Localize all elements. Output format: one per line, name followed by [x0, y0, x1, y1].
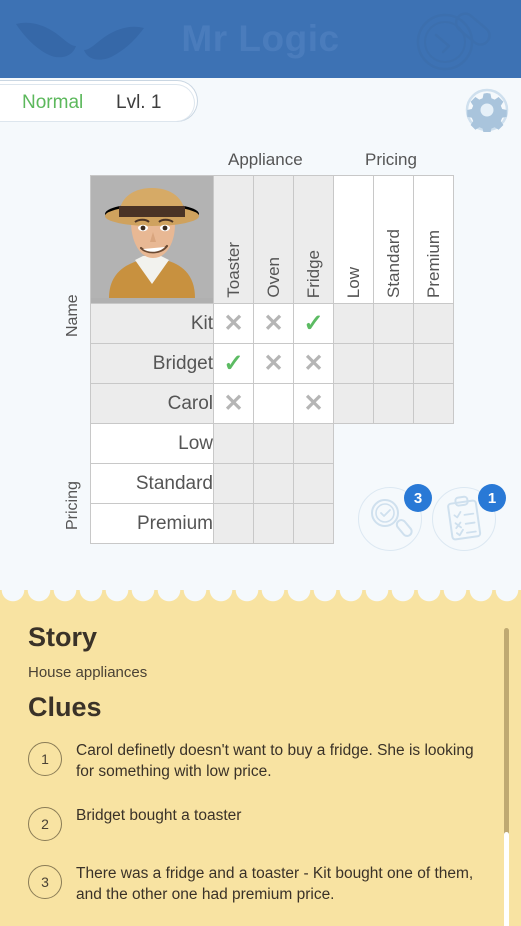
row-header-bridget: Bridget [90, 343, 214, 384]
category-top-pricing: Pricing [365, 150, 417, 169]
clue-text: Bridget bought a toaster [76, 806, 242, 824]
cell-empty [374, 424, 414, 464]
row-header-premium: Premium [90, 503, 214, 544]
mark-cross-icon: ✕ [263, 349, 284, 377]
col-label-premium: Premium [423, 229, 443, 298]
cell-kit-oven[interactable]: ✕ [253, 303, 294, 344]
table-row: Low [90, 423, 454, 464]
col-header-toaster: Toaster [213, 175, 254, 304]
cell-kit-fridge[interactable]: ✓ [293, 303, 334, 344]
cell-empty [414, 424, 454, 464]
cell-bridget-oven[interactable]: ✕ [253, 343, 294, 384]
col-header-standard: Standard [373, 175, 414, 304]
list-item[interactable]: 2 Bridget bought a toaster [28, 805, 488, 841]
list-item[interactable]: 3 There was a fridge and a toaster - Kit… [28, 863, 488, 906]
cell-carol-fridge[interactable]: ✕ [293, 383, 334, 424]
scalloped-edge [0, 590, 521, 604]
cell-kit-premium[interactable] [413, 303, 454, 344]
gear-icon[interactable] [465, 88, 509, 132]
cell-standard-toaster[interactable] [213, 463, 254, 504]
cell-kit-low[interactable] [333, 303, 374, 344]
table-row: Bridget ✓ ✕ ✕ [90, 343, 454, 384]
row-header-carol: Carol [90, 383, 214, 424]
cell-standard-fridge[interactable] [293, 463, 334, 504]
col-header-oven: Oven [253, 175, 294, 304]
mark-check-icon: ✓ [303, 309, 324, 337]
col-header-low: Low [333, 175, 374, 304]
col-header-fridge: Fridge [293, 175, 334, 304]
col-header-premium: Premium [413, 175, 454, 304]
scrollbar-thumb[interactable] [504, 832, 509, 926]
category-side-name: Name [64, 294, 81, 337]
cell-low-fridge[interactable] [293, 423, 334, 464]
mark-cross-icon: ✕ [303, 389, 324, 417]
cell-carol-low[interactable] [333, 383, 374, 424]
mark-cross-icon: ✕ [263, 309, 284, 337]
level-label: Lvl. 1 [116, 92, 162, 113]
category-top-appliance: Appliance [228, 150, 303, 169]
col-label-toaster: Toaster [223, 242, 243, 298]
mark-cross-icon: ✕ [223, 389, 244, 417]
cell-low-oven[interactable] [253, 423, 294, 464]
cell-empty [334, 424, 374, 464]
cell-carol-premium[interactable] [413, 383, 454, 424]
story-text: House appliances [28, 664, 148, 681]
table-row: Carol ✕ ✕ [90, 383, 454, 424]
app-root: Mr Logic Normal Lvl. 1 Appliance Pricing… [0, 0, 521, 926]
cell-premium-toaster[interactable] [213, 503, 254, 544]
mark-cross-icon: ✕ [303, 349, 324, 377]
detective-avatar-image [91, 176, 213, 298]
row-header-low: Low [90, 423, 214, 464]
cell-kit-standard[interactable] [373, 303, 414, 344]
clue-number: 1 [28, 742, 62, 776]
cell-bridget-premium[interactable] [413, 343, 454, 384]
cell-bridget-standard[interactable] [373, 343, 414, 384]
cell-bridget-toaster[interactable]: ✓ [213, 343, 254, 384]
story-heading: Story [28, 622, 98, 652]
cell-bridget-fridge[interactable]: ✕ [293, 343, 334, 384]
cell-premium-fridge[interactable] [293, 503, 334, 544]
hint-badge: 3 [404, 484, 432, 512]
cell-standard-oven[interactable] [253, 463, 294, 504]
category-side-pricing: Pricing [64, 481, 81, 530]
clue-text: Carol definetly doesn't want to buy a fr… [76, 742, 474, 781]
col-label-low: Low [343, 266, 363, 298]
cell-carol-oven[interactable] [253, 383, 294, 424]
cell-premium-oven[interactable] [253, 503, 294, 544]
cell-carol-standard[interactable] [373, 383, 414, 424]
moustache-logo-icon [16, 22, 144, 60]
row-header-standard: Standard [90, 463, 214, 504]
col-label-fridge: Fridge [303, 249, 323, 298]
clues-panel: Story House appliances Clues 1 Carol def… [0, 590, 521, 926]
cell-kit-toaster[interactable]: ✕ [213, 303, 254, 344]
clue-list: 1 Carol definetly doesn't want to buy a … [28, 740, 488, 926]
mark-check-icon: ✓ [223, 349, 244, 377]
row-header-kit: Kit [90, 303, 214, 344]
table-row: Kit ✕ ✕ ✓ [90, 303, 454, 344]
clues-heading: Clues [28, 692, 102, 722]
clue-text: There was a fridge and a toaster - Kit b… [76, 864, 474, 904]
clue-number: 2 [28, 806, 62, 841]
notes-badge: 1 [478, 484, 506, 512]
mark-cross-icon: ✕ [223, 309, 244, 337]
cell-carol-toaster[interactable]: ✕ [213, 383, 254, 424]
clues-content: Story House appliances Clues 1 Carol def… [0, 604, 521, 926]
app-header: Mr Logic [0, 0, 521, 78]
cell-bridget-low[interactable] [333, 343, 374, 384]
cell-low-toaster[interactable] [213, 423, 254, 464]
table-header-row: Toaster Oven Fridge Low Standard Premium [90, 175, 454, 304]
magnifier-logo-icon [416, 12, 491, 71]
detective-avatar [90, 175, 214, 304]
col-label-oven: Oven [263, 257, 283, 298]
clue-number: 3 [28, 864, 62, 899]
difficulty-label: Normal [22, 92, 84, 113]
col-label-standard: Standard [383, 229, 403, 298]
list-item[interactable]: 1 Carol definetly doesn't want to buy a … [28, 740, 488, 783]
